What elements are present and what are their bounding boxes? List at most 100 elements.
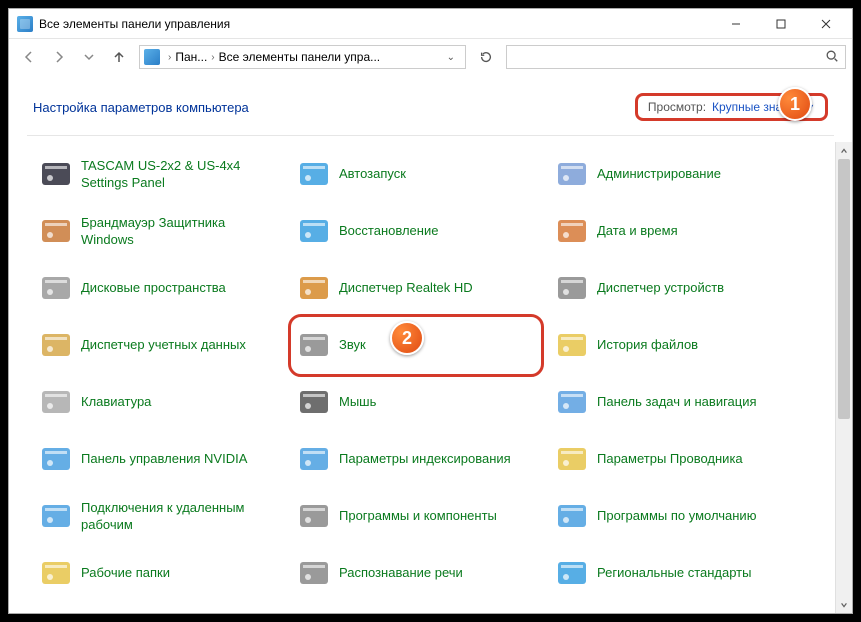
item-icon [555, 500, 589, 534]
content-header: Настройка параметров компьютера Просмотр… [9, 75, 852, 135]
scroll-thumb[interactable] [838, 159, 850, 419]
item-icon [297, 500, 331, 534]
item-label: Программы по умолчанию [597, 508, 756, 524]
control-panel-item[interactable]: Региональные стандарты [549, 545, 799, 602]
control-panel-item[interactable]: Программы по умолчанию [549, 488, 799, 545]
control-panel-item[interactable]: Система [549, 602, 799, 613]
address-bar[interactable]: › Пан... › Все элементы панели упра... ⌄ [139, 45, 466, 69]
control-panel-item[interactable]: Автозапуск [291, 146, 541, 203]
control-panel-item[interactable]: Администрирование [549, 146, 799, 203]
item-icon [297, 443, 331, 477]
callout-badge-2: 2 [390, 321, 424, 355]
control-panel-item[interactable]: Распознавание речи [291, 545, 541, 602]
separator [27, 135, 834, 136]
item-label: Автозапуск [339, 166, 406, 182]
search-input[interactable] [513, 50, 839, 64]
item-icon [555, 329, 589, 363]
scroll-down-button[interactable] [836, 596, 852, 613]
item-icon [555, 557, 589, 591]
callout-badge-1: 1 [778, 87, 812, 121]
control-panel-item[interactable]: Клавиатура [33, 374, 283, 431]
item-icon [555, 386, 589, 420]
control-panel-item[interactable]: Брандмауэр Защитника Windows [33, 203, 283, 260]
search-icon[interactable] [825, 49, 839, 66]
items-grid: TASCAM US-2x2 & US-4x4 Settings Panel Авт… [33, 146, 846, 613]
item-label: Мышь [339, 394, 376, 410]
navigation-bar: › Пан... › Все элементы панели упра... ⌄ [9, 39, 852, 75]
scroll-up-button[interactable] [836, 142, 852, 159]
minimize-button[interactable] [713, 10, 758, 38]
titlebar: Все элементы панели управления [9, 9, 852, 39]
item-icon [39, 215, 73, 249]
view-by-label: Просмотр: [648, 100, 706, 114]
refresh-button[interactable] [472, 45, 500, 69]
up-button[interactable] [105, 43, 133, 71]
control-panel-item[interactable]: Диспетчер Realtek HD [291, 260, 541, 317]
control-panel-item[interactable]: Параметры Проводника [549, 431, 799, 488]
chevron-right-icon[interactable]: › [164, 52, 175, 63]
item-label: Дисковые пространства [81, 280, 226, 296]
item-label: Параметры индексирования [339, 451, 511, 467]
control-panel-item[interactable]: Панель управления NVIDIA [33, 431, 283, 488]
breadcrumb-item[interactable]: Все элементы панели упра... [219, 50, 381, 64]
window-title: Все элементы панели управления [39, 17, 230, 31]
item-label: Подключения к удаленным рабочим [81, 500, 271, 533]
control-panel-item[interactable]: Панель задач и навигация [549, 374, 799, 431]
item-label: История файлов [597, 337, 698, 353]
control-panel-item[interactable]: Мышь [291, 374, 541, 431]
chevron-down-icon[interactable]: ⌄ [441, 52, 461, 63]
chevron-right-icon[interactable]: › [207, 52, 218, 63]
recent-dropdown[interactable] [75, 43, 103, 71]
control-panel-item[interactable]: Диспетчер устройств [549, 260, 799, 317]
item-icon [39, 272, 73, 306]
vertical-scrollbar[interactable] [835, 142, 852, 613]
item-icon [39, 557, 73, 591]
item-icon [297, 329, 331, 363]
item-icon [297, 386, 331, 420]
item-icon [297, 158, 331, 192]
item-label: Рабочие папки [81, 565, 170, 581]
item-label: TASCAM US-2x2 & US-4x4 Settings Panel [81, 158, 271, 191]
item-icon [39, 386, 73, 420]
item-label: Распознавание речи [339, 565, 463, 581]
close-button[interactable] [803, 10, 848, 38]
control-panel-item[interactable]: Дисковые пространства [33, 260, 283, 317]
item-label: Администрирование [597, 166, 721, 182]
item-label: Панель задач и навигация [597, 394, 757, 410]
item-label: Диспетчер Realtek HD [339, 280, 473, 296]
item-label: Дата и время [597, 223, 678, 239]
item-label: Брандмауэр Защитника Windows [81, 215, 271, 248]
maximize-button[interactable] [758, 10, 803, 38]
back-button[interactable] [15, 43, 43, 71]
control-panel-item[interactable]: Свойства браузера [291, 602, 541, 613]
scroll-track[interactable] [836, 159, 852, 596]
item-label: Диспетчер учетных данных [81, 337, 246, 353]
item-label: Панель управления NVIDIA [81, 451, 247, 467]
control-panel-item[interactable]: Рабочие папки [33, 545, 283, 602]
item-icon [39, 443, 73, 477]
search-box[interactable] [506, 45, 846, 69]
item-icon [555, 443, 589, 477]
breadcrumb-icon [144, 49, 160, 65]
control-panel-item[interactable]: Восстановление [291, 203, 541, 260]
item-icon [39, 329, 73, 363]
item-icon [39, 158, 73, 192]
item-label: Восстановление [339, 223, 438, 239]
control-panel-item[interactable]: Резервное копирование и [33, 602, 283, 613]
item-label: Клавиатура [81, 394, 151, 410]
item-label: Диспетчер устройств [597, 280, 724, 296]
control-panel-item[interactable]: Дата и время [549, 203, 799, 260]
forward-button[interactable] [45, 43, 73, 71]
item-icon [297, 272, 331, 306]
breadcrumb-item[interactable]: Пан... [175, 50, 207, 64]
control-panel-item[interactable]: Параметры индексирования [291, 431, 541, 488]
control-panel-item[interactable]: TASCAM US-2x2 & US-4x4 Settings Panel [33, 146, 283, 203]
control-panel-item[interactable]: Диспетчер учетных данных [33, 317, 283, 374]
page-title: Настройка параметров компьютера [33, 100, 249, 115]
item-icon [297, 557, 331, 591]
control-panel-item[interactable]: Подключения к удаленным рабочим [33, 488, 283, 545]
control-panel-item[interactable]: Программы и компоненты [291, 488, 541, 545]
item-icon [555, 215, 589, 249]
control-panel-item[interactable]: История файлов [549, 317, 799, 374]
item-icon [297, 215, 331, 249]
